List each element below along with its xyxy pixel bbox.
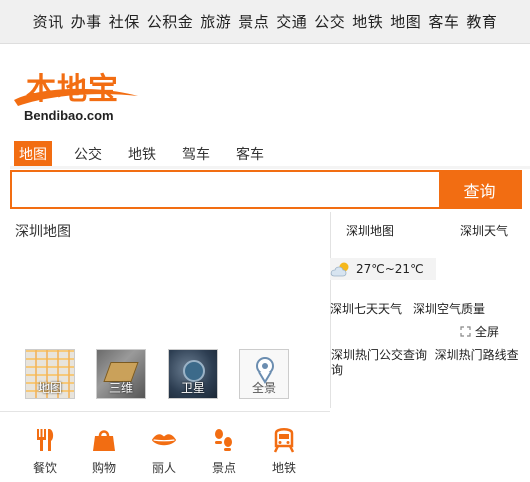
map-title: 深圳地图 [15,224,71,240]
site-logo[interactable]: 本地宝 Bendibao.com [12,62,142,128]
air-quality-link[interactable]: 深圳空气质量 [413,300,485,317]
category-subway[interactable]: 地铁 [264,427,304,476]
topnav-social-security[interactable]: 社保 [109,11,140,32]
map-type-satellite-button[interactable]: 卫星 [168,349,218,399]
map-type-2d-button[interactable]: 地图 [25,349,75,399]
tab-subway[interactable]: 地铁 [124,141,160,166]
footprints-icon [215,429,232,451]
tab-bus[interactable]: 公交 [70,141,106,166]
topnav-traffic[interactable]: 交通 [276,11,307,32]
tab-map[interactable]: 地图 [14,141,52,166]
seven-day-weather-link[interactable]: 深圳七天天气 [330,300,402,317]
logo-text-en: Bendibao.com [24,108,114,123]
tab-drive[interactable]: 驾车 [178,141,214,166]
map-type-3d-button[interactable]: 三维 [96,349,146,399]
category-dining[interactable]: 餐饮 [25,427,65,476]
weather-widget: 27℃~21℃ [330,258,436,280]
topnav-news[interactable]: 资讯 [33,11,64,32]
category-beauty[interactable]: 丽人 [144,427,184,476]
topnav-attractions[interactable]: 景点 [238,11,269,32]
weather-temperature: 27℃~21℃ [356,262,424,276]
search-button[interactable]: 查询 [439,172,520,207]
map-type-label: 地图 [37,381,62,395]
fullscreen-button[interactable]: 全屏 [460,323,499,340]
category-label: 景点 [211,461,236,475]
search-tabs: 地图 公交 地铁 驾车 客车 [14,141,286,166]
map-type-label: 全景 [251,381,276,395]
map-type-label: 卫星 [180,381,205,395]
category-divider [0,411,330,412]
subway-train-icon [273,428,295,453]
partly-cloudy-icon [330,262,349,277]
topnav-coach[interactable]: 客车 [428,11,459,32]
category-label: 餐饮 [32,461,57,475]
lips-icon [151,434,177,446]
top-nav-bar: 资讯 办事 社保 公积金 旅游 景点 交通 公交 地铁 地图 客车 教育 [0,0,530,44]
tab-underline [10,166,530,169]
category-attractions[interactable]: 景点 [204,427,244,476]
category-label: 地铁 [271,461,296,475]
topnav-housing-fund[interactable]: 公积金 [147,11,194,32]
logo-text-cn: 本地宝 [26,72,119,107]
fullscreen-label: 全屏 [475,325,500,339]
topnav-education[interactable]: 教育 [466,11,497,32]
topnav-travel[interactable]: 旅游 [200,11,231,32]
hot-bus-query-link[interactable]: 深圳热门公交查询 [331,348,427,362]
fork-knife-icon [37,429,54,451]
shopping-bag-icon [93,430,115,451]
topnav-affairs[interactable]: 办事 [71,11,102,32]
expand-icon [460,326,471,337]
side-map-link[interactable]: 深圳地图 [346,222,394,239]
tab-coach[interactable]: 客车 [232,141,268,166]
side-weather-link[interactable]: 深圳天气 [460,222,508,239]
map-type-label: 三维 [108,381,133,395]
category-shopping[interactable]: 购物 [84,427,124,476]
topnav-subway[interactable]: 地铁 [352,11,383,32]
category-label: 购物 [91,461,116,475]
category-label: 丽人 [151,461,176,475]
hot-links: 深圳热门公交查询 深圳热门路线查询 [331,348,521,378]
search-bar: 查询 [10,170,522,209]
search-input[interactable] [12,172,439,207]
map-type-panorama-button[interactable]: 全景 [239,349,289,399]
topnav-bus[interactable]: 公交 [314,11,345,32]
topnav-map[interactable]: 地图 [390,11,421,32]
